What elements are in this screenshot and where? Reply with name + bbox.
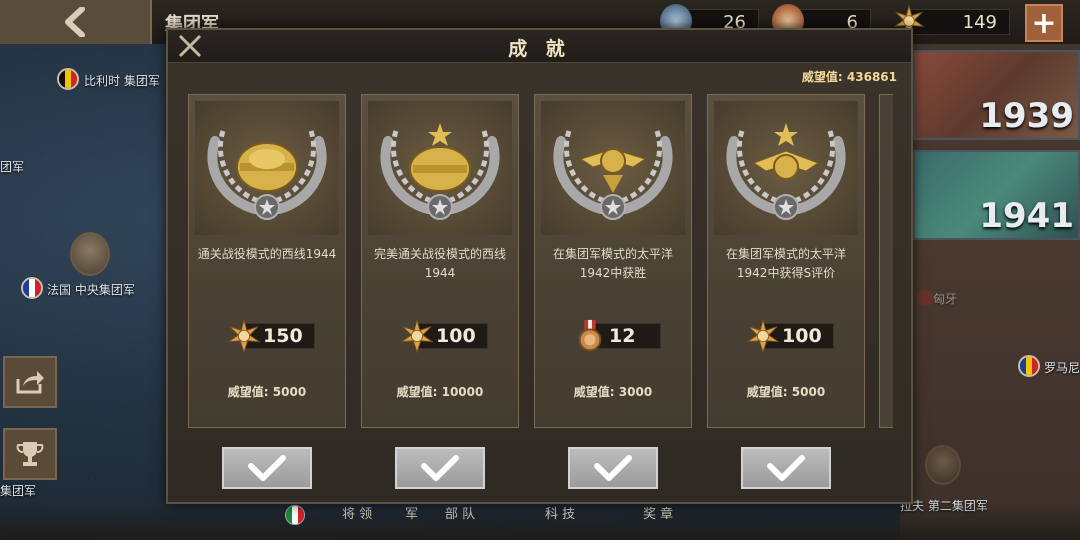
achievement-card[interactable]: 在集团军模式的太平洋1942中获胜 12 威望值: 3000 [534, 94, 692, 428]
resource-star-medal: 149 [910, 9, 1010, 35]
trophy-button[interactable] [3, 428, 57, 480]
campaign-card-1941[interactable]: 1941 [913, 150, 1080, 240]
checkmark-icon [248, 455, 286, 481]
checkmark-icon [594, 455, 632, 481]
achievement-prestige: 威望值: 3000 [573, 385, 653, 399]
achievement-description: 在集团军模式的太平洋1942中获得S评价 [725, 247, 846, 280]
dialog-header: 成 就 [168, 30, 911, 63]
bronze-medal-icon [573, 319, 607, 353]
romania-flag-icon [1018, 355, 1040, 377]
bottom-menu-bar [0, 502, 1080, 540]
general-portrait-icon[interactable] [70, 232, 110, 276]
achievement-reward: 12 [535, 319, 691, 353]
next-card-peek[interactable] [879, 94, 893, 428]
star-medal-icon [400, 318, 434, 354]
bottom-tab-army[interactable]: 军 [405, 503, 418, 522]
achievement-emblem-icon [714, 101, 858, 235]
achievement-prestige: 威望值: 5000 [746, 385, 826, 399]
achievement-prestige: 威望值: 10000 [396, 385, 484, 399]
reward-value: 100 [436, 325, 476, 347]
claim-button[interactable] [395, 447, 485, 489]
map-label-hungary[interactable]: 匈牙 [933, 290, 957, 307]
bottom-tab-medals[interactable]: 奖 章 [643, 503, 673, 522]
france-flag-icon [21, 277, 43, 299]
hungary-flag-icon [917, 290, 933, 306]
reward-value: 150 [263, 325, 303, 347]
general-portrait-icon[interactable] [925, 445, 961, 485]
share-button[interactable] [3, 356, 57, 408]
year-1941: 1941 [979, 196, 1074, 236]
map-label-left-group[interactable]: 团军 [0, 158, 24, 175]
achievement-emblem-icon [541, 101, 685, 235]
map-label-left-bottom[interactable]: 集团军 [0, 482, 36, 499]
share-icon [16, 371, 44, 394]
belgium-flag-icon [57, 68, 79, 90]
achievement-reward: 100 [708, 318, 864, 354]
map-label-romania[interactable]: 罗马尼 [1044, 359, 1080, 376]
achievement-description: 在集团军模式的太平洋1942中获胜 [552, 247, 673, 280]
bottom-tab-generals[interactable]: 将 领 [342, 503, 372, 522]
achievement-description: 完美通关战役模式的西线1944 [373, 247, 506, 280]
plus-icon: + [1031, 5, 1057, 41]
year-1939: 1939 [979, 96, 1074, 136]
achievement-prestige: 威望值: 5000 [227, 385, 307, 399]
claim-button[interactable] [222, 447, 312, 489]
achievement-reward: 100 [362, 318, 518, 354]
dialog-title: 成 就 [508, 38, 571, 60]
achievement-emblem-icon [195, 101, 339, 235]
reward-value: 12 [609, 325, 636, 347]
total-prestige: 威望值: 436861 [801, 70, 897, 84]
reward-value: 100 [782, 325, 822, 347]
achievement-card[interactable]: 在集团军模式的太平洋1942中获得S评价 100 威望值: 5000 [707, 94, 865, 428]
add-resource-button[interactable]: + [1025, 4, 1063, 42]
claim-button[interactable] [568, 447, 658, 489]
chevron-left-icon [65, 7, 85, 37]
checkmark-icon [421, 455, 459, 481]
map-label-france[interactable]: 法国 中央集团军 [47, 281, 135, 298]
back-button[interactable] [0, 0, 152, 44]
achievement-card[interactable]: 完美通关战役模式的西线1944 100 威望值: 10000 [361, 94, 519, 428]
star-medal-icon [746, 318, 780, 354]
achievement-emblem-icon [368, 101, 512, 235]
checkmark-icon [767, 455, 805, 481]
resource-value: 149 [962, 11, 997, 33]
claim-button[interactable] [741, 447, 831, 489]
italy-flag-icon [285, 505, 305, 525]
map-label-belgium[interactable]: 比利时 集团军 [84, 72, 160, 89]
achievement-description: 通关战役模式的西线1944 [197, 247, 337, 261]
campaign-card-1939[interactable]: 1939 [913, 50, 1080, 140]
achievement-card[interactable]: 通关战役模式的西线1944 150 威望值: 5000 [188, 94, 346, 428]
trophy-icon [16, 442, 44, 466]
bottom-tab-units[interactable]: 部 队 [445, 503, 475, 522]
star-medal-icon [227, 318, 261, 354]
bottom-tab-tech[interactable]: 科 技 [545, 503, 575, 522]
achievements-dialog: 成 就 威望值: 436861 通关战役模式的西线1944 150 威望值: 500… [166, 28, 913, 504]
achievement-reward: 150 [189, 318, 345, 354]
